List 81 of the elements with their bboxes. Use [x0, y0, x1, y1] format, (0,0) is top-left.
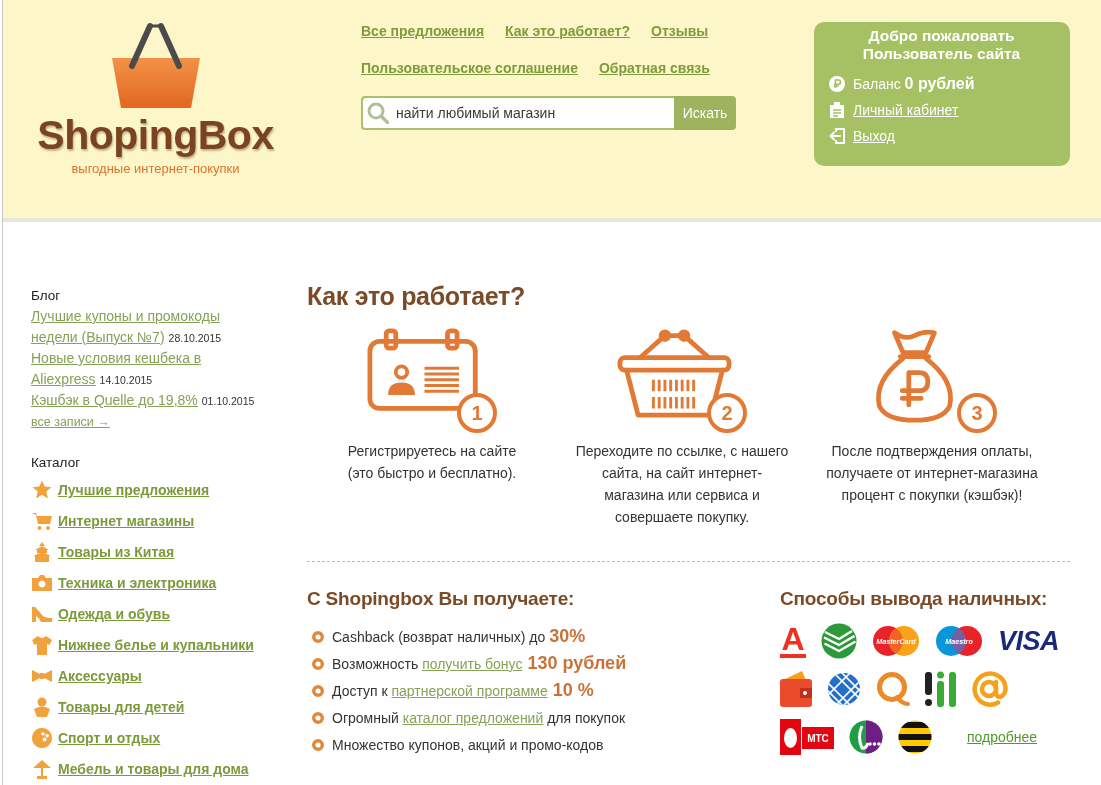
- nav-link[interactable]: Как это работает?: [505, 22, 630, 40]
- blog-post-link[interactable]: Лучшие купоны и промокоды недели (Выпуск №7) 28.10.2015: [31, 306, 263, 348]
- user-name: Пользователь сайта: [861, 45, 1022, 63]
- blog-post-link[interactable]: Кэшбэк в Quelle до 19,8% 01.10.2015: [31, 390, 263, 412]
- search-icon: [367, 102, 389, 124]
- blog-post-link[interactable]: Новые условия кешбека в Aliexpress 14.10.2015: [31, 348, 263, 390]
- camera-icon: [32, 573, 52, 593]
- ring-bullet-icon: [312, 711, 324, 724]
- ring-bullet-icon: [312, 630, 324, 643]
- post-date: 14.10.2015: [99, 372, 153, 388]
- wallet-icon: [780, 671, 812, 707]
- catalog-link[interactable]: Товары для детей: [58, 699, 185, 715]
- nav-link[interactable]: Обратная связь: [598, 59, 710, 77]
- ring-icon: [876, 671, 910, 707]
- benefit-text: Cashback (возврат наличных) до 30%: [332, 626, 586, 647]
- section-heading: Способы вывода наличных:: [780, 587, 1049, 611]
- clipboard-icon: [829, 102, 845, 118]
- section-heading: Как это работает?: [307, 281, 526, 311]
- search-button[interactable]: Искать: [674, 96, 736, 130]
- t-shirt-icon: [32, 635, 52, 655]
- step-description: После подтверждения оплаты, получаете от интернет-магазина процент с покупки (кэшбэк)!: [825, 442, 1039, 505]
- operator-logo: МТС: [780, 719, 834, 755]
- benefit-link[interactable]: каталог предложений: [402, 709, 544, 726]
- catalog-link[interactable]: Мебель и товары для дома: [58, 761, 249, 777]
- basket-icon: [109, 22, 202, 108]
- account-link[interactable]: Личный кабинет: [853, 102, 959, 118]
- catalog-link[interactable]: Одежда и обувь: [58, 606, 171, 622]
- logout-link[interactable]: Выход: [853, 128, 895, 144]
- benefit-text: Множество купонов, акций и промо-кодов: [332, 736, 604, 753]
- ring-bullet-icon: [312, 657, 324, 670]
- catalog-link[interactable]: Аксессуары: [58, 668, 142, 684]
- coin-icon: [829, 76, 845, 92]
- step-description: Переходите по ссылке, с нашего сайта, на сайт интернет-магазина или сервиса и совершаете покупку.: [574, 442, 790, 527]
- bars-icon: [925, 671, 957, 707]
- nav-link[interactable]: Пользовательское соглашение: [361, 59, 578, 77]
- shoe-icon: [32, 604, 52, 624]
- section-heading: С Shopingbox Вы получаете:: [307, 587, 576, 611]
- catalog-link[interactable]: Лучшие предложения: [58, 482, 210, 498]
- nav-link[interactable]: Все предложения: [361, 22, 485, 40]
- benefit-link[interactable]: получить бонус: [422, 656, 523, 672]
- search-field[interactable]: найти любимый магазин: [361, 96, 674, 130]
- at-sign-icon: [972, 671, 1008, 707]
- globe-icon: [827, 672, 861, 706]
- nav-link[interactable]: Отзывы: [651, 22, 709, 40]
- person-icon: [32, 697, 52, 717]
- striped-ball-icon: [898, 720, 932, 754]
- catalog-link[interactable]: Техника и электроника: [58, 575, 217, 591]
- card-logo: VISA: [998, 626, 1060, 656]
- benefit-text: Огромный каталог предложений для покупок: [332, 709, 626, 726]
- catalog-link[interactable]: Нижнее белье и купальники: [58, 637, 254, 653]
- cart-icon: [32, 511, 52, 531]
- exit-icon: [829, 128, 845, 144]
- ring-bullet-icon: [312, 738, 324, 751]
- letter-logo: А: [780, 624, 806, 658]
- catalog-link[interactable]: Спорт и отдых: [58, 730, 161, 746]
- step-number: 3: [957, 393, 997, 433]
- chevron-disc-icon: [821, 623, 857, 659]
- star-icon: [32, 480, 52, 500]
- split-disc-icon: [849, 720, 883, 754]
- catalog-heading: Каталог: [31, 453, 82, 472]
- step-description: Регистрируетесь на сайте (это быстро и бесплатно).: [346, 442, 518, 483]
- catalog-link[interactable]: Интернет магазины: [58, 513, 195, 529]
- step-number: 1: [457, 393, 497, 433]
- post-date: 28.10.2015: [168, 330, 222, 346]
- balance-text: Баланс 0 рублей: [853, 75, 975, 93]
- benefit-link[interactable]: партнерской программе: [391, 683, 548, 699]
- logo-tagline: выгодные интернет-покупки: [71, 161, 240, 177]
- all-posts-link[interactable]: все записи →: [31, 411, 110, 433]
- logo-wordmark: ShopingBox: [37, 112, 274, 158]
- catalog-link[interactable]: Товары из Китая: [58, 544, 175, 560]
- lamp-icon: [32, 759, 52, 779]
- benefit-text: Доступ к партнерской программе 10 %: [332, 680, 594, 701]
- ring-bullet-icon: [312, 684, 324, 697]
- pagoda-icon: [32, 542, 52, 562]
- benefit-text: Возможность получить бонус 130 рублей: [332, 653, 627, 674]
- step-number: 2: [707, 393, 747, 433]
- more-link[interactable]: подробнее: [967, 729, 1038, 745]
- basket-icon: [617, 328, 732, 419]
- blog-heading: Блог: [31, 287, 62, 305]
- post-date: 01.10.2015: [201, 394, 255, 409]
- welcome-text: Добро пожаловать: [867, 27, 1016, 45]
